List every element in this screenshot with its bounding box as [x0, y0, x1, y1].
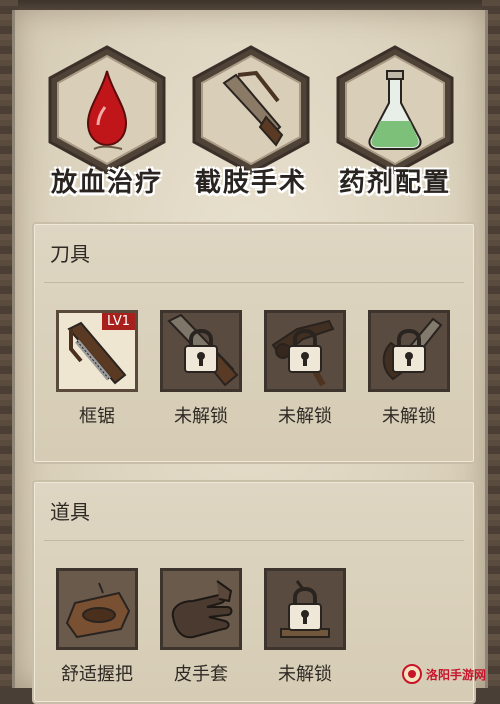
tools-section-title: 刀具	[50, 242, 90, 266]
category-label-bloodletting: 放血治疗	[50, 168, 163, 198]
tool-slot-frame-saw[interactable]: LV1 框锯	[54, 310, 140, 428]
prop-label: 舒适握把	[61, 664, 133, 685]
lock-icon	[184, 328, 218, 373]
tools-panel: 刀具 LV1 框锯 未解锁 未解锁 未解锁	[32, 222, 476, 464]
category-label-potions: 药剂配置	[338, 168, 451, 198]
blood-drop-icon	[86, 70, 128, 150]
tool-slot-bone-saw[interactable]: 未解锁	[366, 310, 452, 428]
lock-icon	[392, 328, 426, 373]
lock-icon	[288, 328, 322, 373]
tool-label: 未解锁	[174, 406, 228, 427]
flask-icon	[368, 70, 422, 150]
tool-slot-box[interactable]: LV1	[56, 310, 138, 392]
grip-icon	[65, 582, 131, 639]
divider	[44, 540, 464, 541]
lock-icon	[288, 586, 322, 631]
tool-label: 框锯	[79, 406, 115, 427]
watermark: 洛阳手游网	[401, 664, 486, 684]
prop-label: 皮手套	[174, 664, 228, 685]
tool-slot-box[interactable]	[368, 310, 450, 392]
category-label-amputation: 截肢手术	[194, 168, 307, 198]
divider	[44, 282, 464, 283]
prop-slot-box[interactable]	[160, 568, 242, 650]
category-bloodletting[interactable]	[46, 44, 168, 176]
prop-slot-grip[interactable]: 舒适握把	[54, 568, 140, 686]
category-potions[interactable]	[334, 44, 456, 176]
leather-glove-icon	[171, 580, 233, 639]
prop-label: 未解锁	[278, 664, 332, 685]
saw-icon	[222, 70, 284, 147]
prop-slot-box[interactable]	[56, 568, 138, 650]
prop-slot-locked[interactable]: 未解锁	[262, 568, 348, 686]
prop-slot-glove[interactable]: 皮手套	[158, 568, 244, 686]
tool-slot-box[interactable]	[264, 310, 346, 392]
watermark-logo-icon	[401, 664, 422, 684]
tool-label: 未解锁	[382, 406, 436, 427]
tool-slot-pliers[interactable]: 未解锁	[262, 310, 348, 428]
level-badge: LV1	[102, 313, 135, 330]
props-section-title: 道具	[50, 500, 90, 524]
tool-label: 未解锁	[278, 406, 332, 427]
tool-slot-box[interactable]	[160, 310, 242, 392]
tool-slot-hand-saw[interactable]: 未解锁	[158, 310, 244, 428]
category-amputation[interactable]	[190, 44, 312, 176]
watermark-text: 洛阳手游网	[425, 667, 486, 682]
prop-slot-box[interactable]	[264, 568, 346, 650]
